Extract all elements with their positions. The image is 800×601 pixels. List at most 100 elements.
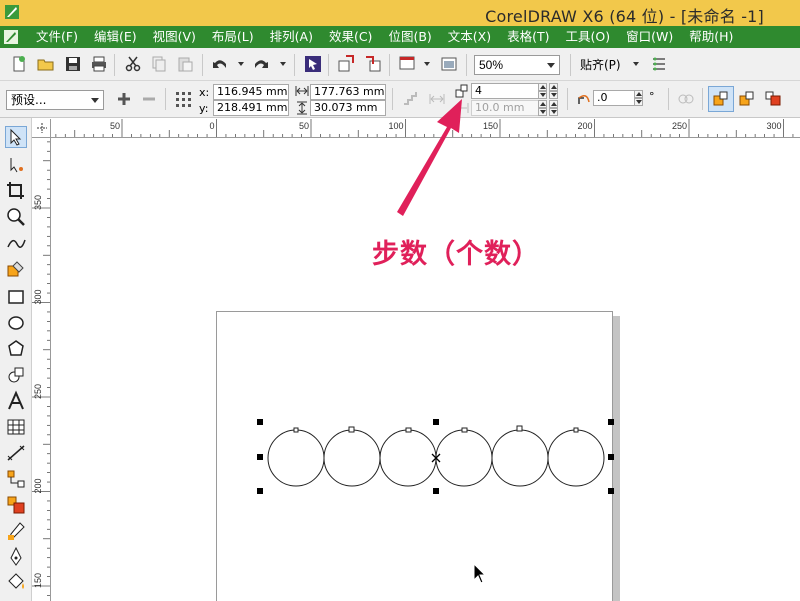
- ruler-label: 200: [577, 121, 592, 131]
- new-document-icon[interactable]: [10, 55, 28, 73]
- ellipse-tool-icon[interactable]: [5, 312, 27, 334]
- blend-group[interactable]: [250, 415, 618, 500]
- connector-tool-icon[interactable]: [5, 468, 27, 490]
- crop-tool-icon[interactable]: [5, 180, 27, 202]
- blend-step-circle: [435, 429, 493, 487]
- menu-arrange[interactable]: 排列(A): [262, 26, 321, 48]
- fill-tool-icon[interactable]: [5, 572, 27, 594]
- object-height-field[interactable]: 30.073 mm: [310, 100, 386, 116]
- snap-to-button[interactable]: 贴齐(P): [580, 56, 621, 73]
- rectangle-tool-icon[interactable]: [5, 286, 27, 308]
- cut-icon[interactable]: [124, 55, 142, 73]
- polygon-tool-icon[interactable]: [5, 338, 27, 360]
- import-icon[interactable]: [337, 55, 355, 73]
- menu-view[interactable]: 视图(V): [145, 26, 204, 48]
- steps-spinner-alt[interactable]: [549, 83, 558, 99]
- object-align-icon: [713, 91, 728, 106]
- preset-select-value: 预设...: [11, 93, 47, 107]
- preset-select[interactable]: 预设...: [6, 90, 104, 110]
- blend-steps-field[interactable]: 4: [471, 83, 547, 99]
- snap-dropdown-icon[interactable]: [633, 62, 639, 66]
- search-content-icon[interactable]: [304, 55, 322, 73]
- menu-table[interactable]: 表格(T): [499, 26, 557, 48]
- smart-fill-tool-icon[interactable]: [5, 258, 27, 280]
- ruler-label: 150: [33, 573, 43, 588]
- rotation-spinner[interactable]: [634, 90, 643, 106]
- align-left-toggle[interactable]: [708, 86, 734, 112]
- zoom-level-select[interactable]: 50%: [474, 55, 560, 75]
- menu-edit[interactable]: 编辑(E): [86, 26, 145, 48]
- pick-arrow-icon: [10, 128, 22, 146]
- steps-spinner[interactable]: [538, 83, 547, 99]
- undo-dropdown-icon[interactable]: [238, 62, 244, 66]
- x-position-label: x:: [199, 86, 210, 99]
- spacing-spinner: [538, 100, 547, 116]
- shape-tool-icon[interactable]: [5, 154, 27, 176]
- paste-icon[interactable]: [176, 55, 194, 73]
- ruler-label: 300: [33, 289, 43, 304]
- ruler-label: 300: [766, 121, 781, 131]
- redo-icon[interactable]: [252, 55, 270, 73]
- blend-step-circle: [491, 429, 549, 487]
- add-preset-icon[interactable]: [115, 90, 133, 108]
- blend-direction-icon[interactable]: [677, 90, 695, 108]
- ruler-label: 0: [209, 121, 214, 131]
- pick-tool[interactable]: [5, 126, 27, 148]
- export-icon[interactable]: [364, 55, 382, 73]
- zoom-tool-icon[interactable]: [5, 206, 27, 228]
- ruler-label: 200: [33, 478, 43, 493]
- menu-bitmaps[interactable]: 位图(B): [380, 26, 439, 48]
- ruler-origin-corner[interactable]: [32, 119, 51, 138]
- dimension-tool-icon[interactable]: [5, 442, 27, 464]
- window-title: CorelDRAW X6 (64 位) - [未命名 -1]: [485, 7, 764, 26]
- mouse-cursor-icon: [473, 562, 487, 584]
- object-origin-icon[interactable]: [174, 90, 192, 108]
- options-icon[interactable]: [650, 55, 668, 73]
- ruler-label: 150: [483, 121, 498, 131]
- welcome-screen-icon[interactable]: [440, 55, 458, 73]
- print-icon[interactable]: [90, 55, 108, 73]
- document-icon[interactable]: [2, 28, 20, 46]
- launcher-dropdown-icon[interactable]: [424, 62, 430, 66]
- object-align-center-icon[interactable]: [738, 90, 756, 108]
- redo-dropdown-icon[interactable]: [280, 62, 286, 66]
- basic-shapes-tool-icon[interactable]: [5, 364, 27, 386]
- object-width-field[interactable]: 177.763 mm: [310, 84, 386, 100]
- text-tool-icon[interactable]: [5, 390, 27, 412]
- save-icon[interactable]: [64, 55, 82, 73]
- menu-tools[interactable]: 工具(O): [558, 26, 619, 48]
- application-launcher-icon[interactable]: [398, 55, 416, 73]
- remove-preset-icon[interactable]: [140, 90, 158, 108]
- degree-symbol: °: [649, 90, 655, 103]
- outline-pen-tool-icon[interactable]: [5, 546, 27, 568]
- table-tool-icon[interactable]: [5, 416, 27, 438]
- ruler-label: 250: [33, 384, 43, 399]
- zoom-level-value: 50%: [479, 58, 504, 72]
- chevron-down-icon: [91, 98, 99, 103]
- freehand-tool-icon[interactable]: [5, 232, 27, 254]
- menu-effects[interactable]: 效果(C): [321, 26, 380, 48]
- rotation-icon: [578, 95, 590, 104]
- ruler-crosshair-icon: [37, 123, 47, 133]
- open-folder-icon[interactable]: [37, 55, 55, 73]
- menu-bar: 文件(F) 编辑(E) 视图(V) 布局(L) 排列(A) 效果(C) 位图(B…: [0, 26, 800, 48]
- blend-tool-icon[interactable]: [5, 494, 27, 516]
- x-position-field[interactable]: 116.945 mm: [213, 84, 289, 100]
- copy-icon[interactable]: [150, 55, 168, 73]
- blend-step-circle: [323, 429, 381, 487]
- menu-layout[interactable]: 布局(L): [204, 26, 262, 48]
- y-position-field[interactable]: 218.491 mm: [213, 100, 289, 116]
- menu-help[interactable]: 帮助(H): [681, 26, 741, 48]
- y-position-label: y:: [199, 102, 209, 115]
- menu-window[interactable]: 窗口(W): [618, 26, 681, 48]
- height-icon: [297, 101, 307, 115]
- ruler-label: 250: [672, 121, 687, 131]
- annotation-arrow: [397, 99, 462, 216]
- eyedropper-tool-icon[interactable]: [5, 520, 27, 542]
- object-align-right-icon[interactable]: [764, 90, 782, 108]
- vertical-ruler[interactable]: 350 300 250 200 150: [32, 138, 51, 601]
- annotation-steps-label: 步数（个数）: [372, 239, 540, 270]
- undo-icon[interactable]: [211, 55, 229, 73]
- menu-file[interactable]: 文件(F): [28, 26, 86, 48]
- menu-text[interactable]: 文本(X): [440, 26, 499, 48]
